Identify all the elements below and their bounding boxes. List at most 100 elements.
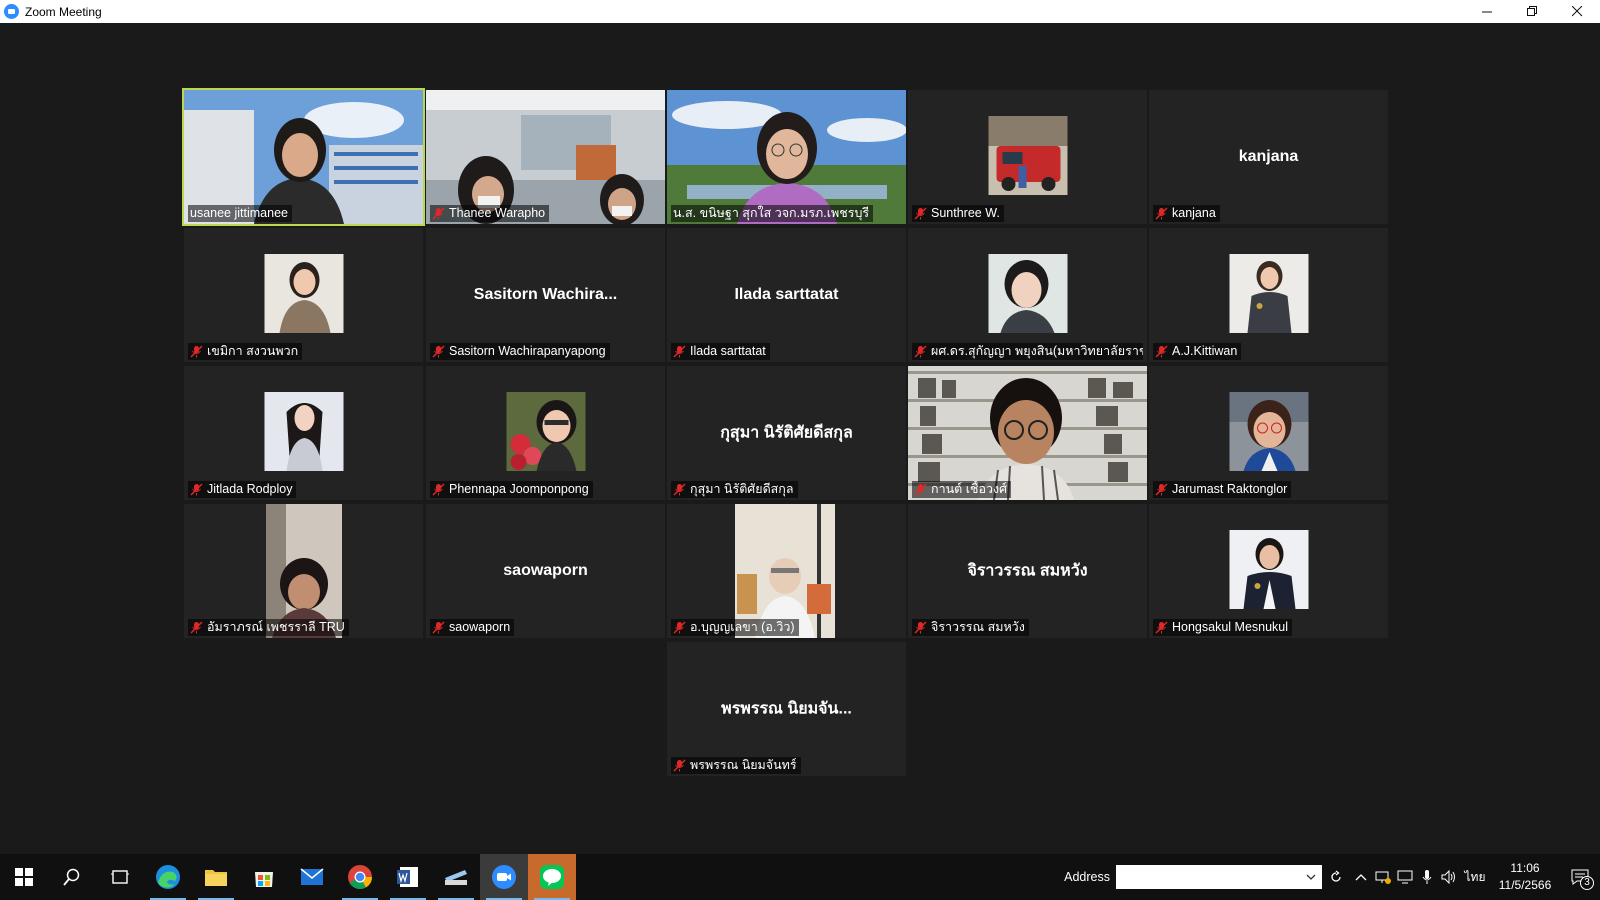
taskbar-app-mail[interactable] xyxy=(288,854,336,900)
participant-tile[interactable]: เขมิกา สงวนพวก xyxy=(184,228,423,362)
minimize-icon xyxy=(1482,11,1492,13)
participant-tile[interactable]: Ilada sarttatat Ilada sarttatat xyxy=(667,228,906,362)
address-input[interactable] xyxy=(1116,865,1322,889)
participant-name-label: อัมราภรณ์ เพชรราลี TRU xyxy=(188,619,349,636)
participant-display-name: Sasitorn Wachira... xyxy=(473,286,618,303)
participant-tile[interactable]: kanjana kanjana xyxy=(1149,90,1388,224)
tray-language[interactable]: ไทย xyxy=(1460,854,1490,900)
address-go-button[interactable] xyxy=(1322,854,1350,900)
gallery-view: usanee jittimanee Thanee Warapho น.ส. ขน… xyxy=(0,23,1600,854)
taskbar-app-zoom[interactable] xyxy=(480,854,528,900)
participant-tile[interactable]: น.ส. ขนิษฐา สุกใส วจก.มรภ.เพชรบุรี xyxy=(667,90,906,224)
participant-name-label: Thanee Warapho xyxy=(430,205,550,222)
monitor-icon xyxy=(1397,870,1413,884)
mic-muted-icon xyxy=(432,483,445,496)
show-hidden-icons-button[interactable] xyxy=(1350,854,1372,900)
start-button[interactable] xyxy=(0,854,48,900)
participant-tile[interactable]: Thanee Warapho xyxy=(426,90,665,224)
taskbar-app-word[interactable] xyxy=(384,854,432,900)
participant-tile[interactable]: กานต์ เชื้อวงศ์ xyxy=(908,366,1147,500)
participant-name-label: Sunthree W. xyxy=(912,205,1004,222)
system-clock[interactable]: 11:06 11/5/2566 xyxy=(1490,860,1560,894)
refresh-icon xyxy=(1331,870,1341,882)
participant-tile[interactable]: พรพรรณ นิยมจัน... พรพรรณ นิยมจันทร์ xyxy=(667,642,906,776)
mic-muted-icon xyxy=(1155,483,1168,496)
mic-muted-icon xyxy=(914,483,927,496)
tray-display[interactable] xyxy=(1394,854,1416,900)
participant-tile[interactable]: usanee jittimanee xyxy=(182,88,425,226)
participant-tile[interactable]: Sunthree W. xyxy=(908,90,1147,224)
participant-tile[interactable]: saowaporn saowaporn xyxy=(426,504,665,638)
participant-avatar xyxy=(264,392,343,471)
mic-muted-icon xyxy=(190,483,203,496)
participant-name-label: A.J.Kittiwan xyxy=(1153,343,1242,360)
participant-avatar xyxy=(1229,530,1308,609)
participant-tile[interactable]: Phennapa Joomponpong xyxy=(426,366,665,500)
participant-display-name: กุสุมา นิรัติศัยดีสกุล xyxy=(720,424,853,442)
chevron-down-icon[interactable] xyxy=(1306,873,1316,881)
participant-video xyxy=(908,366,1147,500)
participant-display-name: saowaporn xyxy=(503,562,588,579)
taskbar-app-scanner[interactable] xyxy=(432,854,480,900)
task-view-button[interactable] xyxy=(96,854,144,900)
mic-muted-icon xyxy=(673,345,686,358)
participant-tile[interactable]: Jarumast Raktonglor xyxy=(1149,366,1388,500)
participant-tile[interactable]: A.J.Kittiwan xyxy=(1149,228,1388,362)
participant-tile[interactable]: Sasitorn Wachira... Sasitorn Wachirapany… xyxy=(426,228,665,362)
participant-video xyxy=(667,90,906,224)
word-icon xyxy=(397,867,418,887)
mic-muted-icon xyxy=(914,207,927,220)
participant-video xyxy=(184,90,423,224)
participant-name-label: Jitlada Rodploy xyxy=(188,481,297,498)
participant-name-label: saowaporn xyxy=(430,619,515,636)
tray-volume[interactable] xyxy=(1438,854,1460,900)
participant-tile[interactable]: ผศ.ดร.สุกัญญา พยุงสิน(มหาวิทยาลัยราช... xyxy=(908,228,1147,362)
tray-network-status[interactable] xyxy=(1372,854,1394,900)
close-icon xyxy=(1572,6,1583,17)
minimize-button[interactable] xyxy=(1465,0,1510,23)
title-bar: Zoom Meeting xyxy=(0,0,1600,24)
participant-name-label: พรพรรณ นิยมจันทร์ xyxy=(671,757,801,774)
file-explorer-icon xyxy=(205,870,227,886)
taskbar-app-edge[interactable] xyxy=(144,854,192,900)
mail-icon xyxy=(300,868,324,885)
participant-avatar xyxy=(1229,392,1308,471)
participant-tile[interactable]: อ.บุญญเลขา (อ.วิว) xyxy=(667,504,906,638)
address-toolbar-label: Address xyxy=(1064,870,1110,884)
participant-tile[interactable]: Jitlada Rodploy xyxy=(184,366,423,500)
mic-muted-icon xyxy=(1155,345,1168,358)
network-alert-icon xyxy=(1375,871,1391,884)
participant-name-label: Sasitorn Wachirapanyapong xyxy=(430,343,610,360)
participant-video xyxy=(426,90,665,224)
participant-display-name: พรพรรณ นิยมจัน... xyxy=(721,700,852,718)
search-button[interactable] xyxy=(48,854,96,900)
language-indicator: ไทย xyxy=(1464,869,1486,884)
action-center-button[interactable]: 3 xyxy=(1560,854,1600,900)
mic-muted-icon xyxy=(1155,621,1168,634)
participant-tile[interactable]: อัมราภรณ์ เพชรราลี TRU xyxy=(184,504,423,638)
chevron-up-icon xyxy=(1355,874,1367,881)
restore-button[interactable] xyxy=(1510,0,1555,23)
mic-muted-icon xyxy=(914,345,927,358)
mic-muted-icon xyxy=(1155,207,1168,220)
mic-muted-icon xyxy=(432,207,445,220)
participant-tile[interactable]: Hongsakul Mesnukul xyxy=(1149,504,1388,638)
clock-date: 11/5/2566 xyxy=(1498,878,1552,892)
participant-display-name: kanjana xyxy=(1238,148,1299,165)
participant-avatar xyxy=(1229,254,1308,333)
speaker-icon xyxy=(1441,870,1455,884)
tray-microphone[interactable] xyxy=(1416,854,1438,900)
participant-avatar xyxy=(264,254,343,333)
window-controls xyxy=(1465,0,1600,23)
participant-tile[interactable]: กุสุมา นิรัติศัยดีสกุล กุสุมา นิรัติศัยด… xyxy=(667,366,906,500)
taskbar-app-chrome[interactable] xyxy=(336,854,384,900)
participant-display-name: Ilada sarttatat xyxy=(734,286,839,303)
close-button[interactable] xyxy=(1555,0,1600,23)
participant-tile[interactable]: จิราวรรณ สมหวัง จิราวรรณ สมหวัง xyxy=(908,504,1147,638)
notification-count-badge: 3 xyxy=(1580,876,1594,890)
participant-name-label: Jarumast Raktonglor xyxy=(1153,481,1292,498)
participant-name-label: อ.บุญญเลขา (อ.วิว) xyxy=(671,619,799,636)
taskbar-app-file-explorer[interactable] xyxy=(192,854,240,900)
taskbar-app-store[interactable] xyxy=(240,854,288,900)
taskbar-app-line[interactable] xyxy=(528,854,576,900)
